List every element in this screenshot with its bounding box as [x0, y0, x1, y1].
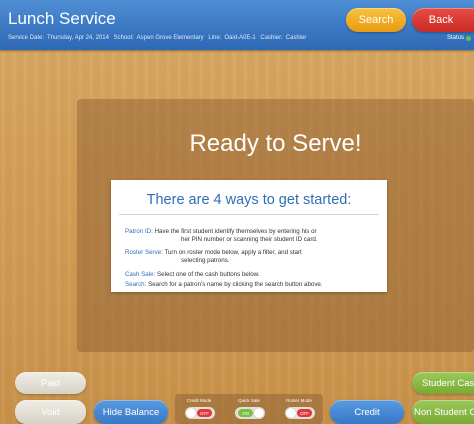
school-name: Aspen Grove Elementary	[136, 35, 204, 41]
divider	[119, 214, 379, 215]
way-text: Have the first student identify themselv…	[154, 228, 317, 235]
credit-button[interactable]: Credit	[330, 400, 404, 424]
way-key: Roster Serve:	[125, 249, 163, 256]
search-button[interactable]: Search	[346, 8, 406, 32]
credit-mode: Credit Mode OFF	[175, 394, 223, 419]
way-text-cont: selecting patrons.	[181, 257, 230, 264]
paid-button[interactable]: Paid	[15, 372, 86, 394]
app-title: Lunch Service	[8, 9, 116, 28]
cashier-name: Cashier	[285, 35, 307, 41]
toggle-knob	[286, 408, 296, 418]
way-search: Search: Search for a patron's name by cl…	[125, 281, 383, 289]
quick-sale-label: Quick Sale	[238, 398, 260, 403]
way-cash-sale: Cash Sale: Select one of the cash button…	[125, 271, 383, 279]
toggle-state: OFF	[197, 409, 212, 417]
top-bar: Lunch Service Service Date: Thursday, Apr…	[0, 0, 474, 50]
way-text: Search for a patron's name by clicking t…	[148, 281, 323, 288]
status-label: Status	[446, 35, 464, 41]
credit-mode-toggle[interactable]: OFF	[185, 407, 215, 419]
non-student-cash-button[interactable]: Non Student Cash	[412, 400, 474, 424]
school-label: School:	[113, 35, 134, 41]
line-label: Line:	[208, 35, 222, 41]
toggle-knob	[254, 408, 264, 418]
back-button[interactable]: Back	[412, 8, 474, 32]
mode-toggles: Credit Mode OFF Quick Sale ON Roster Mod…	[175, 394, 323, 424]
instructions-title: There are 4 ways to get started:	[146, 192, 352, 208]
void-button[interactable]: Void	[15, 400, 86, 424]
instructions-card: There are 4 ways to get started: Patron …	[111, 180, 387, 292]
way-roster-serve: Roster Serve: Turn on roster mode below,…	[125, 249, 383, 265]
credit-mode-label: Credit Mode	[186, 398, 212, 403]
way-patron-id: Patron ID: Have the first student identi…	[125, 228, 383, 244]
toggle-state: ON	[238, 409, 253, 417]
way-key: Cash Sale:	[125, 271, 156, 278]
way-text: Turn on roster mode below, apply a filte…	[164, 249, 302, 256]
quick-sale-toggle[interactable]: ON	[235, 407, 265, 419]
service-info-line: Service Date: Thursday, Apr 24, 2014 Scho…	[8, 35, 309, 41]
student-cash-button[interactable]: Student Cash	[412, 372, 474, 394]
roster-mode: Roster Mode OFF	[275, 394, 323, 419]
quick-sale-mode: Quick Sale ON	[225, 394, 273, 419]
way-key: Search:	[125, 281, 147, 288]
toggle-knob	[186, 408, 196, 418]
ready-title: Ready to Serve!	[189, 130, 362, 157]
status-indicator	[466, 36, 471, 41]
way-key: Patron ID:	[125, 228, 153, 235]
toggle-state: OFF	[297, 409, 312, 417]
line-id: Oaid-A0E-1	[224, 35, 256, 41]
roster-mode-label: Roster Mode	[286, 398, 312, 403]
service-date: Thursday, Apr 24, 2014	[47, 35, 109, 41]
cashier-label: Cashier:	[260, 35, 283, 41]
hide-balance-button[interactable]: Hide Balance	[94, 400, 168, 424]
way-text-cont: her PIN number or scanning their student…	[181, 236, 318, 243]
roster-mode-toggle[interactable]: OFF	[285, 407, 315, 419]
way-text: Select one of the cash buttons below.	[157, 271, 260, 278]
service-date-label: Service Date:	[8, 35, 45, 41]
